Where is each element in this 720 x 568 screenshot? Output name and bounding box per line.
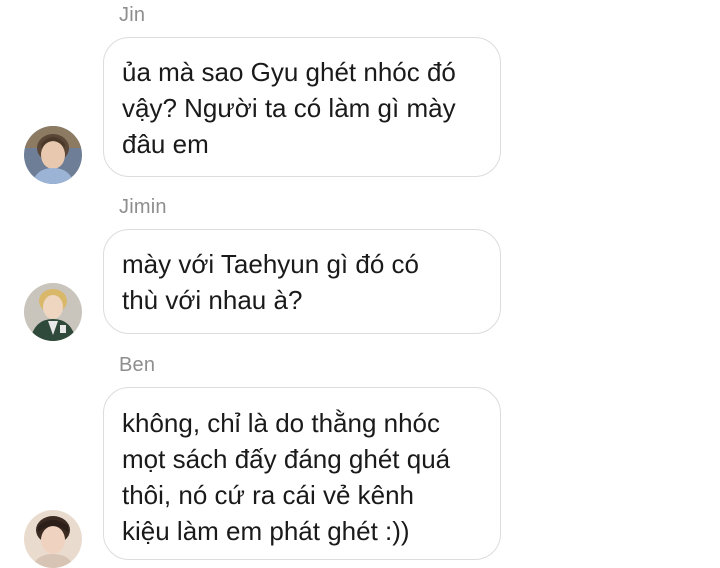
sender-name: Jimin	[119, 196, 167, 218]
message-text-line: thôi, nó cứ ra cái vẻ kênh	[122, 480, 415, 510]
message-text-line: không, chỉ là do thằng nhóc	[122, 408, 441, 438]
message-bubble[interactable]: mày với Taehyun gì đó có thù với nhau à?	[103, 229, 501, 334]
message-text-line: ủa mà sao Gyu ghét nhóc đó	[122, 57, 456, 87]
message-bubble[interactable]: không, chỉ là do thằng nhóc mọt sách đấy…	[103, 387, 501, 560]
message-text-line: thù với nhau à?	[122, 285, 303, 315]
message-text-line: mày với Taehyun gì đó có	[122, 249, 419, 279]
message-text-line: kiệu làm em phát ghét :))	[122, 516, 410, 546]
message-text-line: đâu em	[122, 129, 209, 159]
message-text-line: vậy? Người ta có làm gì mày	[122, 93, 456, 123]
avatar-photo-icon	[24, 126, 82, 184]
avatar[interactable]	[24, 283, 82, 341]
avatar-photo-icon	[24, 283, 82, 341]
sender-name: Ben	[119, 354, 156, 376]
message-text-line: mọt sách đấy đáng ghét quá	[122, 444, 451, 474]
avatar[interactable]	[24, 510, 82, 568]
message-bubble[interactable]: ủa mà sao Gyu ghét nhóc đó vậy? Người ta…	[103, 37, 501, 177]
sender-name: Jin	[119, 4, 146, 26]
avatar-photo-icon	[24, 510, 82, 568]
avatar[interactable]	[24, 126, 82, 184]
